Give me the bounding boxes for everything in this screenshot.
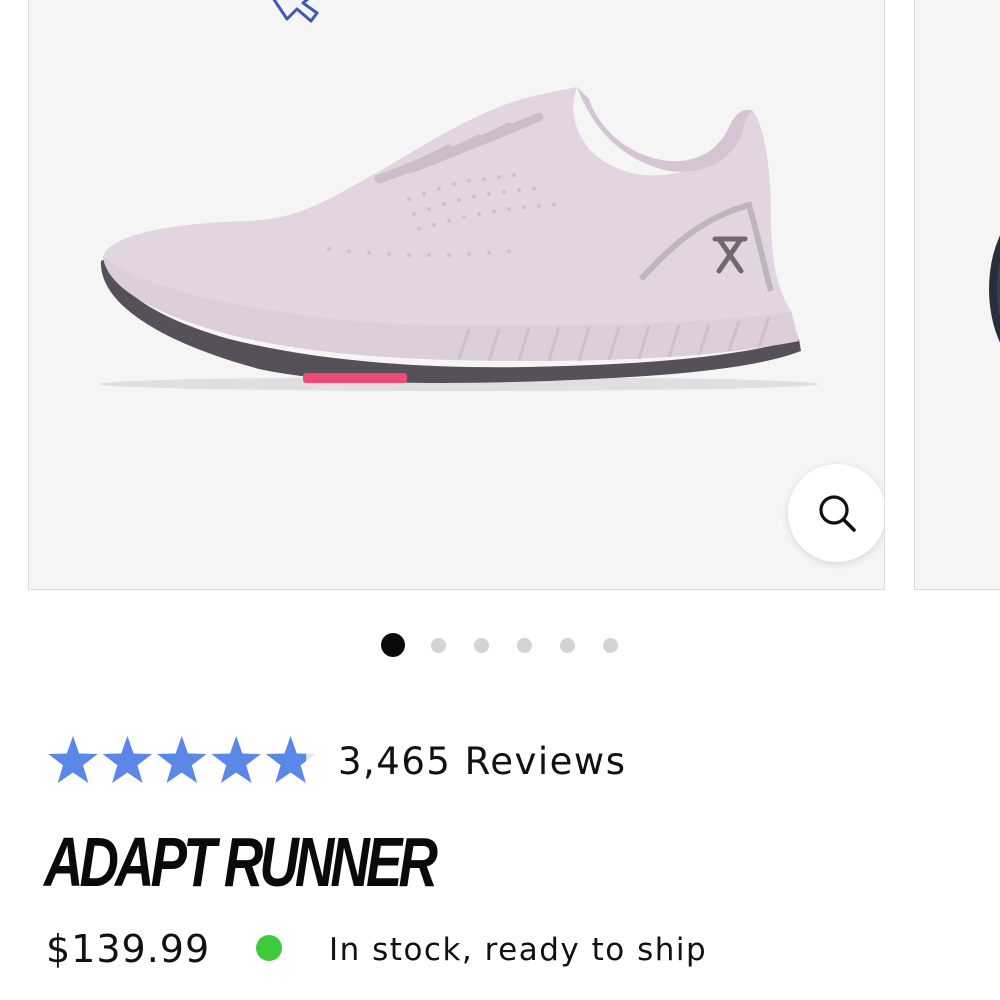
rating-row: 3,465 Reviews [46,734,626,788]
reviews-link[interactable]: 3,465 Reviews [338,740,626,783]
star-icon [211,736,261,784]
search-icon [819,495,856,532]
carousel-dot-2[interactable] [430,637,446,653]
cursor-icon [272,0,319,23]
stock-status: In stock, ready to ship [329,932,708,968]
product-title: ADAPT RUNNER [44,823,438,901]
product-price: $139.99 [46,927,211,971]
star-rating [46,735,318,787]
star-icon [102,736,153,784]
zoom-button[interactable] [788,464,884,562]
carousel-dot-3[interactable] [473,637,489,653]
product-image-slide-next[interactable] [914,0,1000,590]
product-image-slide[interactable] [28,0,885,590]
star-icon [157,736,207,784]
carousel-dots [0,632,1000,658]
stock-indicator-dot [256,935,282,961]
product-page: 3,465 Reviews ADAPT RUNNER $139.99 In st… [0,0,1000,1000]
carousel-dot-6[interactable] [602,637,618,653]
shoe-image [99,87,819,391]
carousel-dot-4[interactable] [516,637,532,653]
star-icon [48,736,98,784]
carousel-dot-1[interactable] [380,633,405,657]
carousel-dot-5[interactable] [559,637,575,653]
next-shoe-image [989,235,1000,343]
